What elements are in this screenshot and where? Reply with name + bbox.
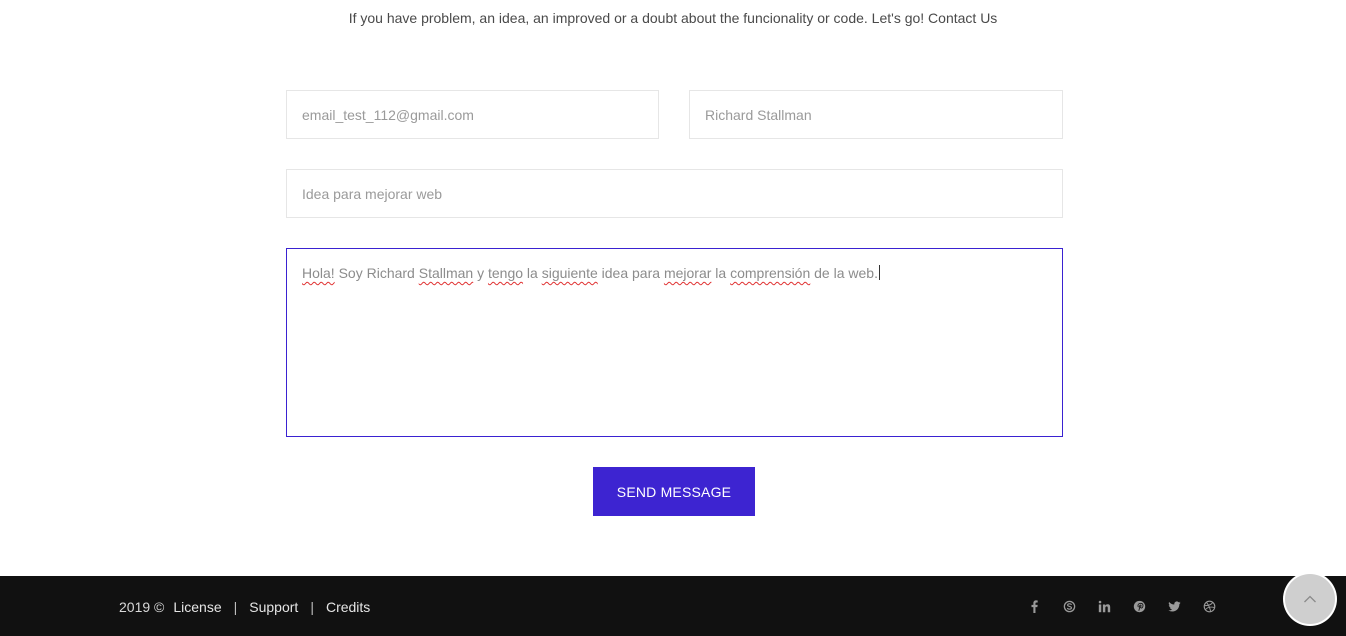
message-word: y bbox=[477, 265, 485, 281]
message-word: tengo bbox=[487, 265, 524, 281]
message-word: idea bbox=[601, 265, 629, 281]
message-word: Hola! bbox=[302, 265, 335, 281]
email-field[interactable]: email_test_112@gmail.com bbox=[286, 90, 659, 139]
name-value: Richard Stallman bbox=[705, 106, 812, 123]
message-word: para bbox=[632, 265, 661, 281]
message-word: Richard bbox=[366, 265, 415, 281]
scroll-to-top-button[interactable] bbox=[1285, 574, 1335, 624]
message-word: comprensión bbox=[730, 265, 811, 281]
subject-value: Idea para mejorar web bbox=[302, 185, 443, 202]
message-word: siguiente bbox=[541, 265, 598, 281]
footer-links: 2019 © License | Support | Credits bbox=[119, 599, 370, 615]
message-word: Stallman bbox=[418, 265, 474, 281]
dribbble-icon[interactable] bbox=[1201, 598, 1217, 614]
facebook-icon[interactable] bbox=[1026, 598, 1042, 614]
message-textarea[interactable]: Hola! Soy Richard Stallman y tengo la si… bbox=[286, 248, 1063, 437]
message-word: la bbox=[715, 265, 727, 281]
copyright-year: 2019 © bbox=[119, 599, 165, 615]
pinterest-icon[interactable] bbox=[1131, 598, 1147, 614]
social-icons bbox=[1026, 598, 1236, 614]
support-link[interactable]: Support bbox=[249, 599, 298, 615]
email-value: email_test_112@gmail.com bbox=[302, 106, 474, 123]
chevron-up-icon bbox=[1304, 595, 1316, 603]
skype-icon[interactable] bbox=[1061, 598, 1077, 614]
message-word: la bbox=[526, 265, 538, 281]
footer-separator: | bbox=[233, 599, 238, 615]
linkedin-icon[interactable] bbox=[1096, 598, 1112, 614]
contact-intro-text: If you have problem, an idea, an improve… bbox=[348, 10, 998, 26]
name-field[interactable]: Richard Stallman bbox=[689, 90, 1063, 139]
twitter-icon[interactable] bbox=[1166, 598, 1182, 614]
contact-page: If you have problem, an idea, an improve… bbox=[0, 0, 1346, 636]
message-word: la bbox=[833, 265, 845, 281]
message-word: de bbox=[814, 265, 830, 281]
license-link[interactable]: License bbox=[173, 599, 221, 615]
message-word: Soy bbox=[338, 265, 363, 281]
subject-field[interactable]: Idea para mejorar web bbox=[286, 169, 1063, 218]
message-word: web. bbox=[848, 265, 878, 281]
credits-link[interactable]: Credits bbox=[326, 599, 370, 615]
message-word: mejorar bbox=[663, 265, 712, 281]
footer-separator: | bbox=[310, 599, 314, 615]
send-message-button[interactable]: SEND MESSAGE bbox=[593, 467, 755, 516]
footer: 2019 © License | Support | Credits bbox=[0, 576, 1346, 636]
text-caret bbox=[878, 265, 880, 280]
